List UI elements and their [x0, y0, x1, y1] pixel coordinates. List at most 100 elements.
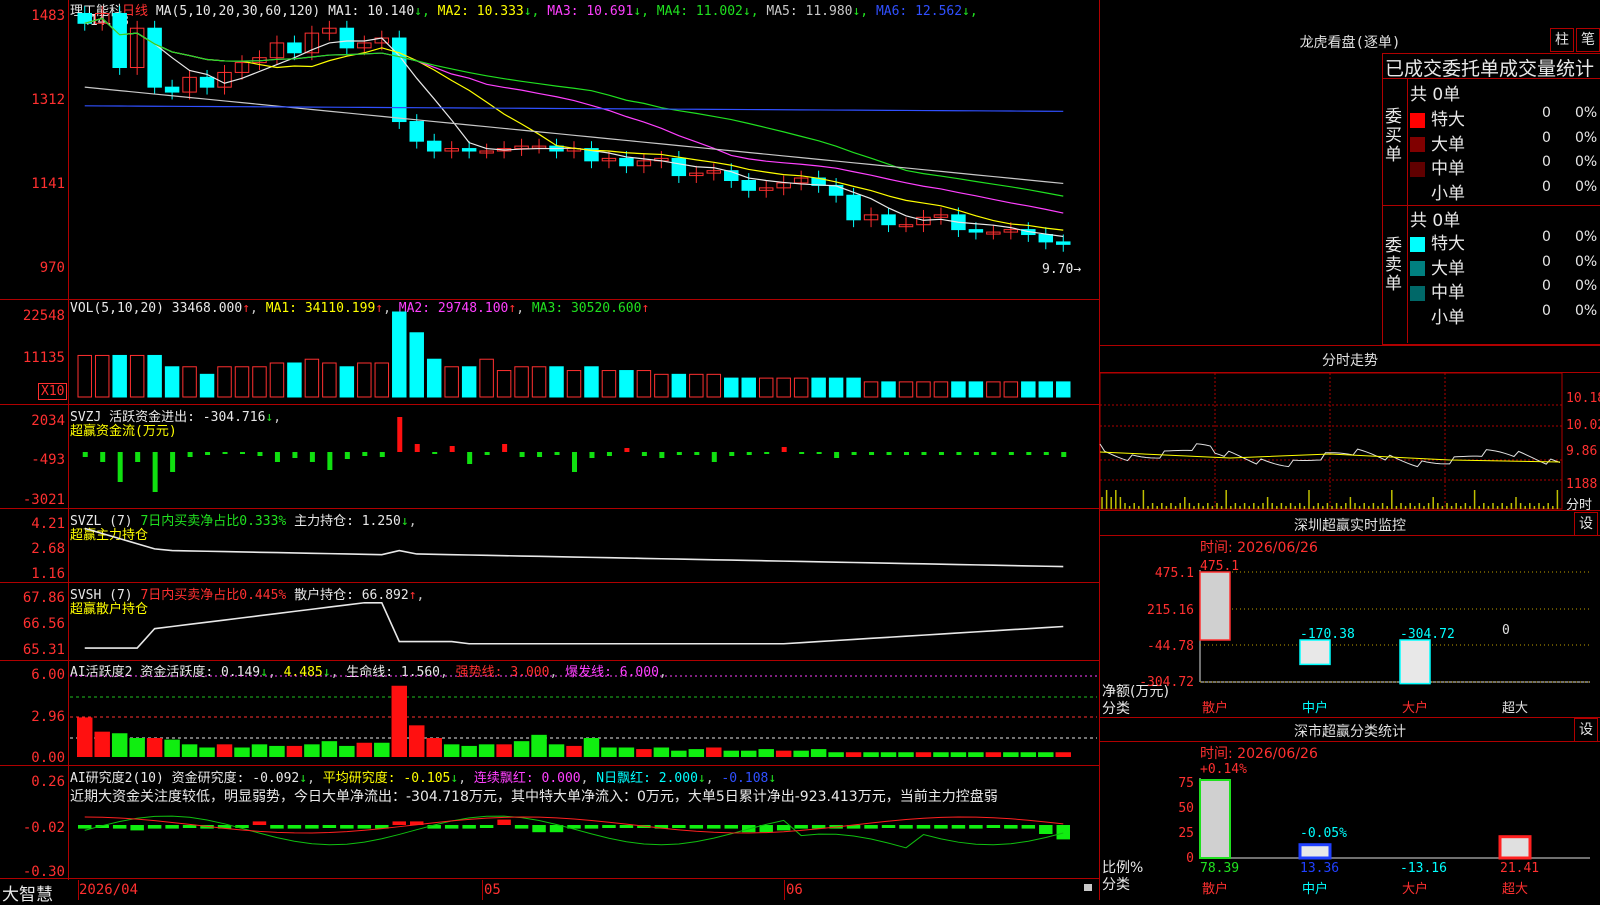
- research-bar: [1056, 825, 1070, 840]
- activity-bar: [671, 750, 687, 757]
- volume-bar: [269, 362, 285, 398]
- color-swatch: [1410, 236, 1425, 252]
- volume-bar: [147, 354, 162, 398]
- ma-line: [84, 105, 1064, 112]
- order-row: 小单 0 0%: [1410, 179, 1600, 204]
- volume-bar: [549, 366, 564, 398]
- ma-line: [84, 86, 1064, 185]
- volume-bar: [566, 370, 582, 398]
- classify-settings-button[interactable]: 设: [1574, 718, 1598, 742]
- flow-bar: [746, 452, 752, 455]
- order-row: 中单 0 0%: [1410, 154, 1600, 179]
- activity-bar: [531, 734, 547, 757]
- volume-bar: [828, 377, 844, 398]
- research-bar: [864, 825, 878, 829]
- order-count: 0: [1542, 129, 1551, 146]
- activity-bar: [513, 741, 530, 757]
- sell-total: 共 0单: [1410, 211, 1461, 231]
- color-swatch: [1410, 285, 1425, 301]
- volume-bar: [951, 381, 966, 398]
- flow-bar: [414, 444, 420, 452]
- volume-bar: [846, 377, 861, 398]
- activity-bar: [234, 747, 250, 757]
- flow-bar: [309, 452, 315, 462]
- price-line: [1099, 443, 1561, 468]
- flow-bar: [781, 447, 787, 452]
- volume-bar: [461, 366, 477, 398]
- monitor-settings-button[interactable]: 设: [1574, 512, 1598, 536]
- research-bar: [1039, 825, 1053, 834]
- flow-bar: [1043, 452, 1049, 455]
- bar-mode-button[interactable]: 柱: [1550, 28, 1574, 52]
- candle: [409, 121, 424, 142]
- volume-bar: [619, 370, 634, 398]
- classify-axis-label: 0: [1186, 851, 1194, 866]
- color-swatch: [1410, 137, 1425, 152]
- activity-bar: [146, 738, 163, 757]
- flow-bar: [205, 452, 211, 455]
- volume-bar: [776, 377, 791, 398]
- volume-bar: [811, 377, 826, 398]
- research-bar: [707, 825, 721, 829]
- activity-bar: [356, 742, 373, 757]
- activity-bar: [723, 750, 739, 757]
- volume-bar: [881, 381, 896, 398]
- order-count: 0: [1542, 154, 1551, 170]
- activity-bar: [898, 752, 914, 757]
- volume-bar: [496, 370, 512, 398]
- order-label: 大单: [1431, 258, 1465, 279]
- volume-bar: [1003, 381, 1019, 398]
- volume-bar: [986, 381, 1001, 398]
- volume-bar: [217, 366, 232, 398]
- flow-bar: [344, 452, 350, 459]
- flow-bar: [397, 417, 403, 452]
- order-pct: 0%: [1575, 278, 1598, 294]
- classify-value: 21.41: [1500, 861, 1539, 876]
- flow-bar: [292, 452, 298, 458]
- research-bar: [794, 825, 808, 829]
- kline-chart: [70, 6, 1097, 849]
- activity-bar: [636, 749, 652, 757]
- research-bar: [934, 825, 948, 829]
- activity-bar: [409, 725, 425, 757]
- activity-bar: [688, 749, 705, 757]
- flow-bar: [117, 452, 123, 482]
- flow-bar: [834, 452, 840, 458]
- flow-bar: [886, 452, 892, 455]
- volume-bar: [199, 373, 215, 398]
- order-label: 特大: [1431, 234, 1465, 254]
- flow-bar: [379, 452, 385, 457]
- classify-sep: [1100, 717, 1600, 718]
- color-swatch: [1410, 186, 1425, 201]
- candle: [828, 184, 844, 196]
- volume-bar: [689, 373, 704, 398]
- research-bar: [427, 825, 441, 829]
- classify-value: 78.39: [1200, 861, 1239, 876]
- classify-bar: [1298, 843, 1332, 860]
- flow-bar: [711, 452, 717, 462]
- monitor-axis-label: -44.78: [1147, 639, 1194, 654]
- buy-total: 共 0单: [1410, 85, 1461, 105]
- classify-axis-label: 50: [1178, 801, 1194, 816]
- intraday-title: 分时走势: [1322, 353, 1378, 369]
- research-bar: [724, 825, 738, 829]
- activity-bar: [391, 685, 407, 757]
- classify-value: -13.16: [1400, 861, 1447, 876]
- monitor-bar: [1299, 639, 1331, 666]
- volume-bar: [654, 373, 669, 398]
- activity-bar: [566, 745, 582, 757]
- monitor-value: -170.38: [1300, 627, 1355, 642]
- volume-bar: [357, 362, 372, 398]
- candle: [1056, 241, 1071, 245]
- research-bar: [357, 825, 372, 829]
- activity-bar: [251, 744, 268, 757]
- buy-side-label: 委买单: [1385, 107, 1402, 165]
- activity-bar: [339, 745, 355, 757]
- flow-bar: [641, 452, 647, 456]
- research-bar: [392, 821, 406, 825]
- volume-bar: [584, 366, 599, 398]
- tick-mode-button[interactable]: 笔: [1576, 28, 1600, 52]
- volume-bar: [129, 354, 145, 398]
- classify-date: 时间: 2026/06/26: [1200, 746, 1318, 762]
- candle: [461, 148, 477, 152]
